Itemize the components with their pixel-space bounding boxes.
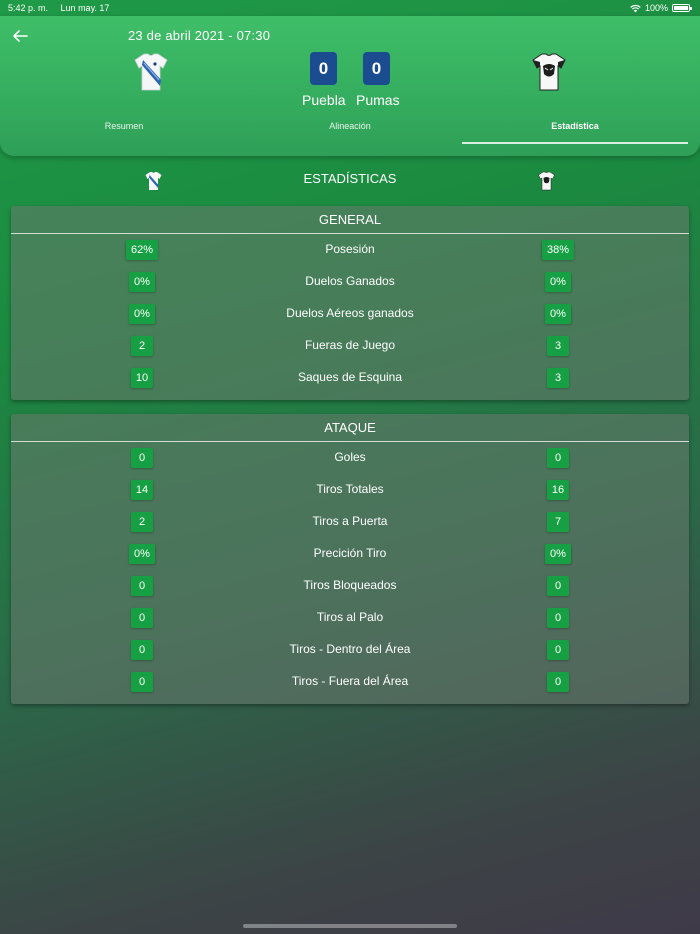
away-stat-value: 0% — [545, 544, 571, 564]
stat-row: 0 Tiros al Palo 0 — [11, 602, 689, 634]
stat-row: 0 Goles 0 — [11, 442, 689, 474]
away-stat-value: 0 — [547, 640, 569, 660]
stat-row: 14 Tiros Totales 16 — [11, 474, 689, 506]
away-stat-value: 7 — [547, 512, 569, 532]
wifi-icon — [630, 4, 641, 12]
stat-row: 0% Precición Tiro 0% — [11, 538, 689, 570]
away-stat-value: 0 — [547, 608, 569, 628]
away-stat-value: 38% — [541, 240, 575, 260]
away-team-name: Pumas — [356, 92, 400, 108]
status-date: Lun may. 17 — [60, 3, 110, 13]
section-title: GENERAL — [11, 206, 689, 234]
tab-estadistica[interactable]: Estadística — [515, 121, 635, 131]
away-stat-value: 3 — [547, 368, 569, 388]
battery-icon — [672, 4, 692, 12]
active-tab-indicator — [462, 142, 688, 144]
home-team-name: Puebla — [302, 92, 346, 108]
stats-card-ataque: ATAQUE 0 Goles 0 14 Tiros Totales 16 2 T… — [11, 414, 689, 704]
match-datetime: 23 de abril 2021 - 07:30 — [128, 28, 271, 43]
stat-row: 0 Tiros - Dentro del Área 0 — [11, 634, 689, 666]
back-arrow-icon[interactable] — [10, 28, 30, 44]
stat-row: 0% Duelos Aéreos ganados 0% — [11, 298, 689, 330]
away-stat-value: 16 — [546, 480, 570, 500]
away-stat-value: 0 — [547, 576, 569, 596]
stat-row: 10 Saques de Esquina 3 — [11, 362, 689, 394]
status-bar: 5:42 p. m. Lun may. 17 100% — [0, 0, 700, 16]
puebla-jersey-icon — [134, 53, 168, 91]
stat-row: 2 Tiros a Puerta 7 — [11, 506, 689, 538]
battery-percent: 100% — [644, 3, 668, 13]
home-score: 0 — [310, 52, 337, 85]
status-time: 5:42 p. m. — [8, 3, 49, 13]
stats-card-general: GENERAL 62% Posesión 38% 0% Duelos Ganad… — [11, 206, 689, 400]
away-stat-value: 0 — [547, 448, 569, 468]
stat-row: 0 Tiros Bloqueados 0 — [11, 570, 689, 602]
home-indicator[interactable] — [243, 924, 457, 928]
away-stat-value: 3 — [547, 336, 569, 356]
stat-row: 62% Posesión 38% — [11, 234, 689, 266]
away-score: 0 — [363, 52, 390, 85]
stat-row: 0 Tiros - Fuera del Área 0 — [11, 666, 689, 698]
away-stat-value: 0% — [545, 304, 571, 324]
pumas-jersey-icon — [532, 53, 566, 91]
match-header: 23 de abril 2021 - 07:30 0 0 Puebla Puma… — [0, 16, 700, 156]
section-title: ATAQUE — [11, 414, 689, 442]
stats-title: ESTADÍSTICAS — [303, 171, 397, 186]
away-stat-value: 0% — [545, 272, 571, 292]
away-stat-value: 0 — [547, 672, 569, 692]
stat-row: 2 Fueras de Juego 3 — [11, 330, 689, 362]
pumas-jersey-icon — [538, 171, 555, 191]
stats-header: ESTADÍSTICAS — [0, 166, 700, 196]
stat-row: 0% Duelos Ganados 0% — [11, 266, 689, 298]
tab-alineacion[interactable]: Alineación — [290, 121, 410, 131]
tab-resumen[interactable]: Resumen — [64, 121, 184, 131]
